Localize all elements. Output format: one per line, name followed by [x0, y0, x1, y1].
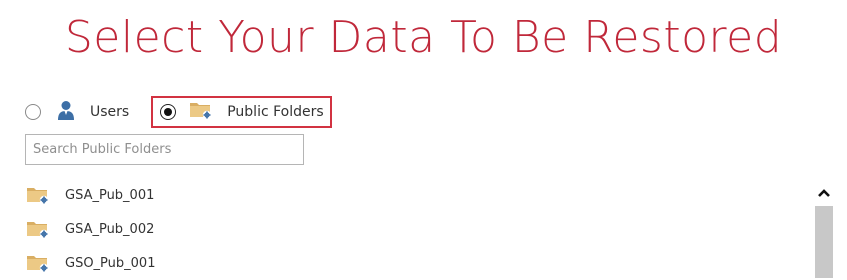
public-folders-radio[interactable]	[160, 104, 177, 120]
public-folder-icon	[189, 100, 213, 124]
scope-selector: Users Public Folders	[25, 96, 332, 128]
users-radio[interactable]	[25, 104, 41, 120]
scroll-up-button[interactable]	[815, 183, 833, 201]
folder-list: GSA_Pub_001 GSA_Pub_002 GSO_Pub_001	[26, 178, 155, 280]
user-icon	[57, 100, 75, 124]
page-title: Select Your Data To Be Restored	[64, 12, 783, 63]
list-item[interactable]: GSA_Pub_002	[26, 212, 155, 246]
folder-name: GSO_Pub_001	[65, 255, 156, 271]
users-option[interactable]: Users	[25, 100, 129, 124]
scrollbar-thumb[interactable]	[815, 206, 833, 278]
public-folders-option[interactable]: Public Folders	[151, 96, 332, 128]
search-input[interactable]	[25, 134, 304, 165]
list-item[interactable]: GSO_Pub_001	[26, 246, 155, 280]
chevron-up-icon	[817, 183, 831, 202]
list-item[interactable]: GSA_Pub_001	[26, 178, 155, 212]
folder-name: GSA_Pub_001	[65, 187, 155, 203]
radio-selected-dot	[164, 108, 173, 116]
folder-name: GSA_Pub_002	[65, 221, 155, 237]
public-folder-icon	[26, 185, 50, 205]
public-folder-icon	[26, 253, 50, 273]
users-label: Users	[90, 104, 130, 120]
public-folder-icon	[26, 219, 50, 239]
public-folders-label: Public Folders	[227, 104, 324, 120]
